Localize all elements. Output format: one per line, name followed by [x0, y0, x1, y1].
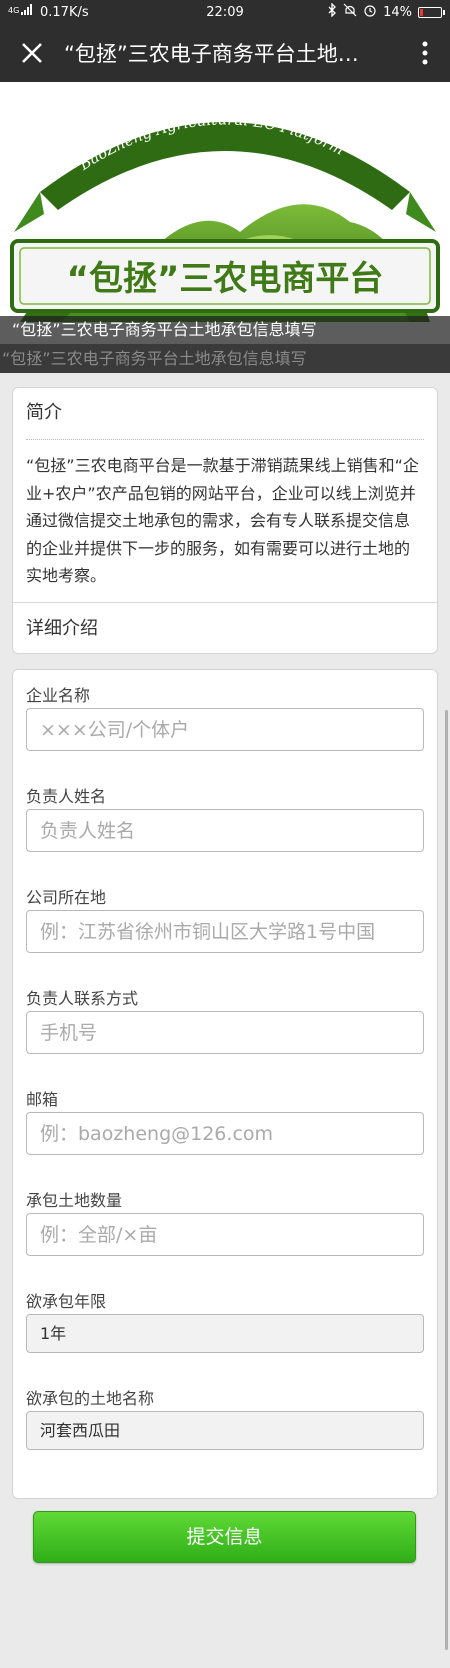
land-amount-label: 承包土地数量 — [26, 1191, 123, 1210]
intro-card: 简介 “包拯”三农电商平台是一款基于滞销蔬果线上销售和“企业+农户”农产品包销的… — [12, 387, 438, 654]
status-bar: 4G 0.17K/s 22:09 14% — [0, 0, 450, 24]
close-icon[interactable] — [0, 24, 64, 82]
lease-term-label: 欲承包年限 — [26, 1292, 107, 1311]
page-title: “包拯”三农电子商务平台土地… — [64, 42, 359, 66]
banner-caption: “包拯”三农电子商务平台土地承包信息填写 — [0, 316, 450, 344]
platform-logo: BaoZheng Agricultural EC Platform “包拯”三农… — [10, 110, 440, 322]
company-name-label: 企业名称 — [26, 686, 91, 705]
signal-icon: 4G — [8, 4, 34, 20]
contact-name-input[interactable] — [26, 809, 424, 852]
contact-phone-input[interactable] — [26, 1011, 424, 1054]
company-address-input[interactable] — [26, 910, 424, 953]
network-speed: 0.17K/s — [40, 4, 89, 20]
banner: BaoZheng Agricultural EC Platform “包拯”三农… — [0, 82, 450, 344]
svg-text:4G: 4G — [8, 6, 19, 15]
mute-icon — [343, 3, 357, 21]
detail-intro-link[interactable]: 详细介绍 — [13, 602, 437, 654]
email-input[interactable] — [26, 1112, 424, 1155]
email-label: 邮箱 — [26, 1090, 59, 1109]
bluetooth-icon — [327, 2, 337, 21]
more-vertical-icon[interactable] — [400, 24, 450, 82]
scrollbar[interactable] — [445, 710, 448, 1650]
sub-caption: “包拯”三农电子商务平台土地承包信息填写 — [0, 344, 450, 373]
battery-icon — [418, 6, 445, 18]
logo-main-text: “包拯”三农电商平台 — [67, 259, 384, 299]
intro-text: “包拯”三农电商平台是一款基于滞销蔬果线上销售和“企业+农户”农产品包销的网站平… — [26, 456, 419, 585]
company-name-input[interactable] — [26, 708, 424, 751]
info-form: 企业名称 负责人姓名 公司所在地 负责人联系方式 邮箱 承包土地数量 欲承包年限… — [12, 669, 438, 1499]
land-amount-input[interactable] — [26, 1213, 424, 1256]
clock: 22:09 — [206, 4, 244, 20]
company-address-label: 公司所在地 — [26, 888, 107, 907]
battery-percent: 14% — [383, 4, 412, 20]
contact-phone-label: 负责人联系方式 — [26, 989, 139, 1008]
submit-button[interactable]: 提交信息 — [33, 1511, 416, 1563]
land-name-select[interactable]: 河套西瓜田 — [26, 1411, 424, 1450]
alarm-icon — [363, 3, 377, 21]
title-bar: “包拯”三农电子商务平台土地… — [0, 24, 450, 82]
land-name-label: 欲承包的土地名称 — [26, 1389, 155, 1408]
lease-term-select[interactable]: 1年 — [26, 1314, 424, 1353]
intro-heading: 简介 — [13, 388, 437, 440]
contact-name-label: 负责人姓名 — [26, 787, 107, 806]
